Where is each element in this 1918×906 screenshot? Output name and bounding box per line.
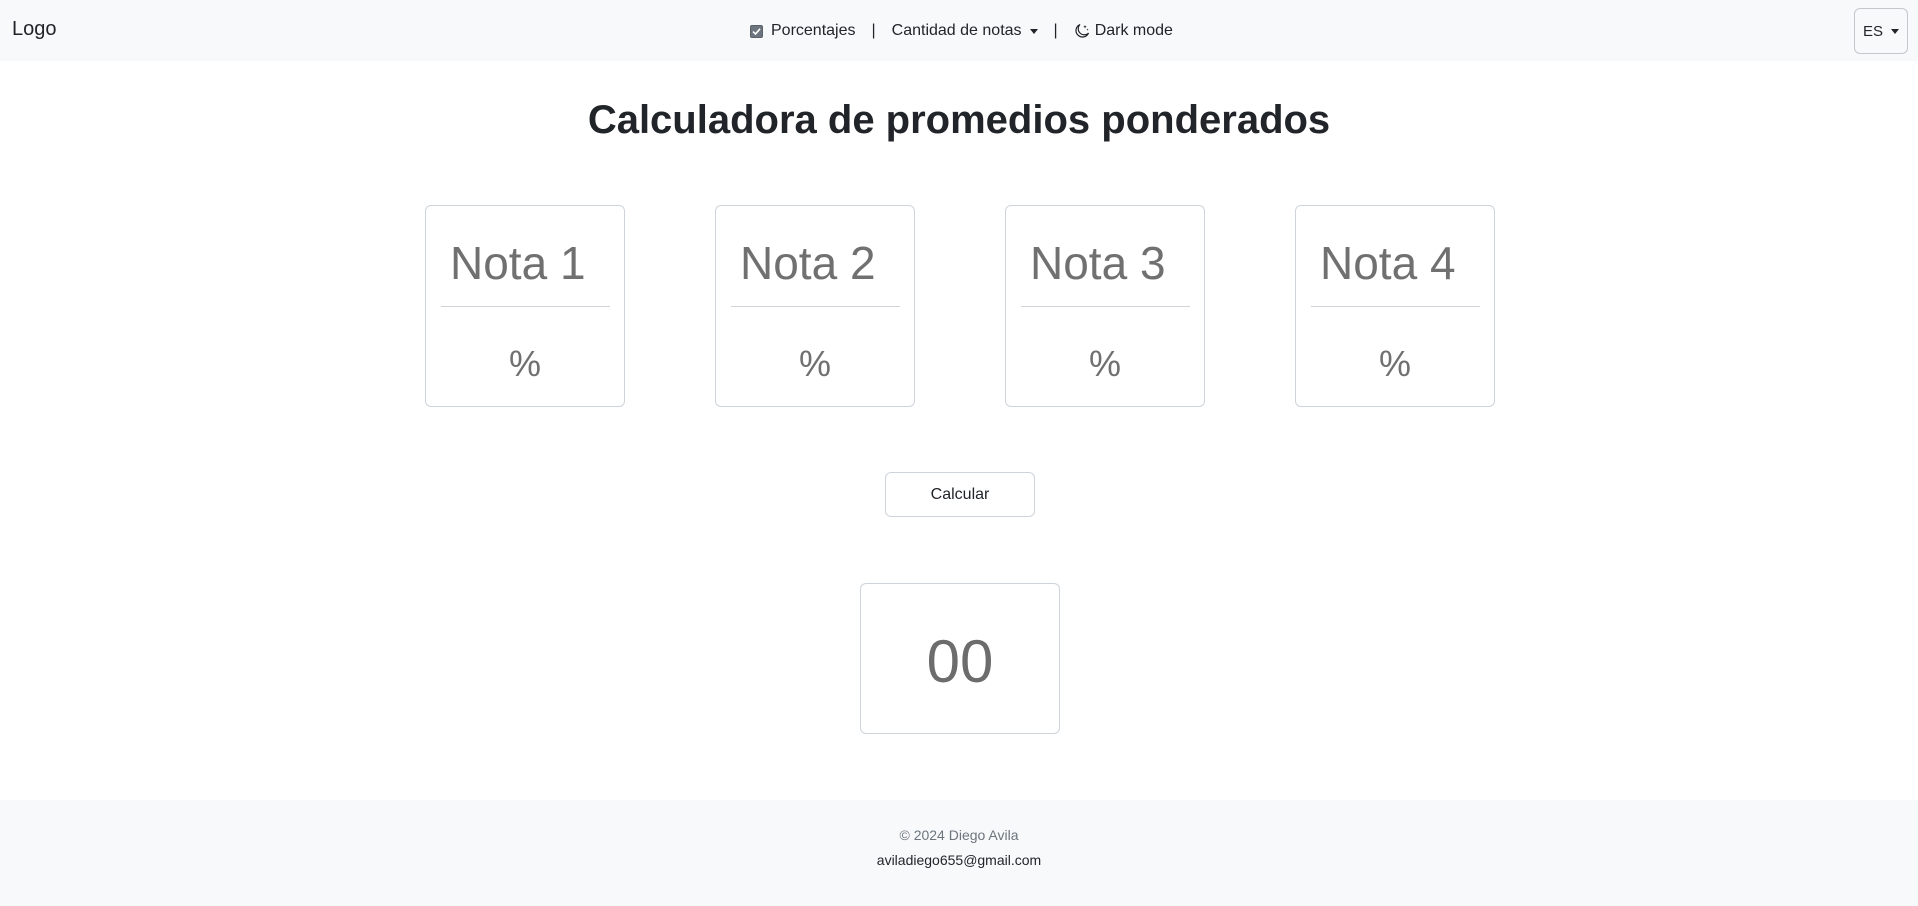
percent-input-4[interactable] bbox=[1310, 334, 1480, 394]
grade-card-3 bbox=[1005, 205, 1205, 407]
percent-input-3[interactable] bbox=[1020, 334, 1190, 394]
navbar: Logo Porcentajes | Cantidad de notas | D… bbox=[0, 0, 1918, 61]
grade-card-1 bbox=[425, 205, 625, 407]
percentages-label: Porcentajes bbox=[771, 22, 856, 39]
moon-stars-icon bbox=[1074, 23, 1090, 39]
nav-options: Porcentajes | Cantidad de notas | Dark m… bbox=[750, 20, 1173, 42]
grade-card-4 bbox=[1295, 205, 1495, 407]
language-dropdown[interactable]: ES bbox=[1854, 8, 1908, 54]
caret-down-icon bbox=[1029, 28, 1038, 34]
contact-email: aviladiego655@gmail.com bbox=[876, 852, 1042, 868]
grade-count-dropdown[interactable]: Cantidad de notas bbox=[892, 22, 1038, 40]
calculate-button[interactable]: Calcular bbox=[885, 472, 1035, 517]
divider bbox=[731, 306, 900, 307]
result-display: 00 bbox=[860, 583, 1060, 734]
divider bbox=[1021, 306, 1190, 307]
copyright: © 2024 Diego Avila bbox=[899, 827, 1019, 843]
grade-input-1[interactable] bbox=[440, 232, 610, 294]
dark-mode-toggle[interactable]: Dark mode bbox=[1074, 22, 1173, 40]
divider bbox=[1311, 306, 1480, 307]
percent-input-1[interactable] bbox=[440, 334, 610, 394]
percentages-toggle[interactable]: Porcentajes bbox=[750, 22, 856, 40]
checkbox-checked-icon[interactable] bbox=[750, 24, 763, 38]
grade-count-label: Cantidad de notas bbox=[891, 22, 1022, 39]
percent-input-2[interactable] bbox=[730, 334, 900, 394]
grade-input-2[interactable] bbox=[730, 232, 900, 294]
separator: | bbox=[1053, 22, 1058, 39]
language-label: ES bbox=[1862, 22, 1883, 40]
divider bbox=[441, 306, 610, 307]
separator: | bbox=[871, 22, 876, 39]
grade-input-3[interactable] bbox=[1020, 232, 1190, 294]
footer: © 2024 Diego Avila aviladiego655@gmail.c… bbox=[0, 800, 1918, 906]
page-title: Calculadora de promedios ponderados bbox=[587, 98, 1331, 142]
grade-input-4[interactable] bbox=[1310, 232, 1480, 294]
dark-mode-label: Dark mode bbox=[1094, 22, 1173, 39]
caret-down-icon bbox=[1891, 28, 1899, 34]
logo[interactable]: Logo bbox=[12, 18, 57, 41]
grade-card-2 bbox=[715, 205, 915, 407]
